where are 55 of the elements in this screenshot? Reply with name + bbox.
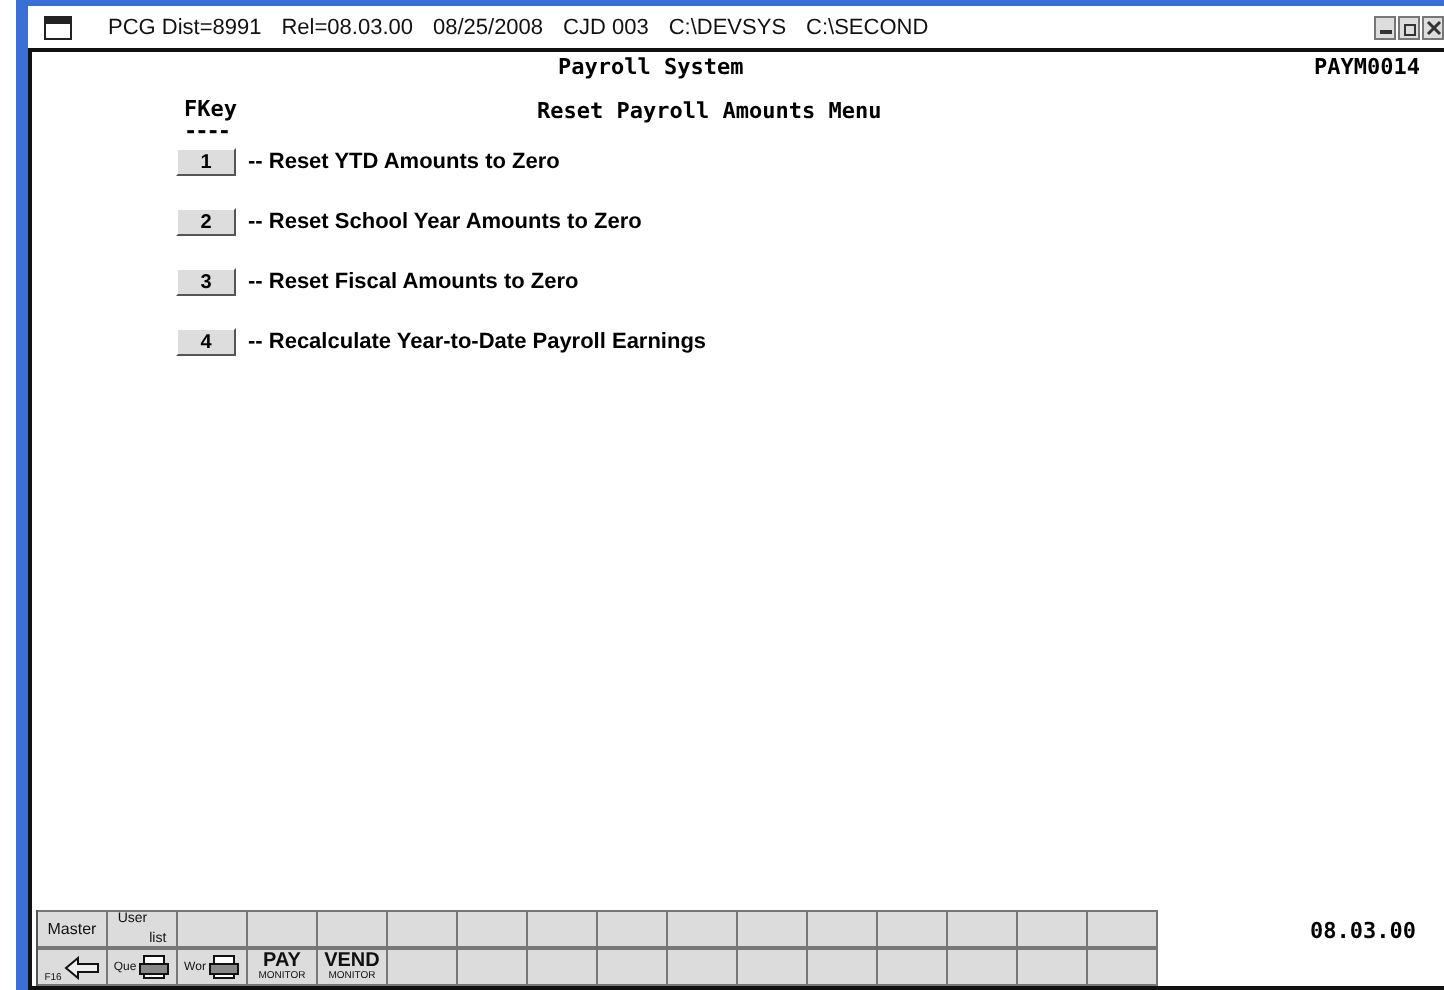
window-menu-icon[interactable] bbox=[44, 15, 72, 39]
fkey-button[interactable]: 2 bbox=[176, 208, 236, 236]
toolbar-button[interactable] bbox=[948, 910, 1018, 948]
toolbar-button[interactable] bbox=[528, 948, 598, 986]
toolbar-button[interactable] bbox=[178, 910, 248, 948]
toolbar-button[interactable] bbox=[738, 910, 808, 948]
title-text: Rel=08.03.00 bbox=[281, 15, 413, 39]
toolbar-button[interactable] bbox=[1088, 910, 1158, 948]
toolbar-button[interactable] bbox=[528, 910, 598, 948]
close-icon bbox=[1425, 19, 1441, 35]
toolbar-button[interactable] bbox=[738, 948, 808, 986]
title-text: 08/25/2008 bbox=[432, 15, 544, 39]
fkey-button[interactable]: 3 bbox=[176, 268, 236, 296]
menu-title: Reset Payroll Amounts Menu bbox=[537, 98, 882, 128]
toolbar-button[interactable] bbox=[808, 910, 878, 948]
toolbar-button[interactable] bbox=[878, 948, 948, 986]
toolbar-button[interactable] bbox=[1018, 948, 1088, 986]
title-text: C:\DEVSYS bbox=[668, 15, 787, 39]
toolbar-button[interactable] bbox=[1088, 948, 1158, 986]
title-text: C:\SECOND bbox=[806, 15, 929, 39]
toolbar-button[interactable] bbox=[668, 910, 738, 948]
toolbar-button[interactable] bbox=[458, 910, 528, 948]
toolbar-button[interactable]: Master bbox=[38, 910, 108, 948]
fkey-underline: ---- bbox=[184, 120, 229, 142]
toolbar-button[interactable] bbox=[388, 910, 458, 948]
title-text: CJD 003 bbox=[563, 15, 649, 39]
screen-id: PAYM0014 bbox=[1314, 54, 1420, 82]
minimize-button[interactable] bbox=[1374, 15, 1396, 39]
toolbar-button[interactable] bbox=[598, 910, 668, 948]
toolbar-button[interactable] bbox=[388, 948, 458, 986]
restore-icon bbox=[1401, 19, 1417, 35]
toolbar-button[interactable] bbox=[878, 910, 948, 948]
toolbar-button[interactable] bbox=[1018, 910, 1088, 948]
system-title: Payroll System bbox=[558, 54, 744, 82]
menu-option: -- Recalculate Year-to-Date Payroll Earnings bbox=[248, 330, 707, 354]
back-arrow-icon bbox=[63, 955, 100, 979]
fkey-button[interactable]: 4 bbox=[176, 328, 236, 356]
toolbar-button[interactable] bbox=[808, 948, 878, 986]
restore-button[interactable] bbox=[1398, 15, 1420, 39]
title-text: PCG Dist=8991 bbox=[108, 15, 262, 39]
toolbar-button[interactable] bbox=[948, 948, 1018, 986]
toolbar-button[interactable] bbox=[248, 910, 318, 948]
toolbar-button[interactable] bbox=[458, 948, 528, 986]
fkey-heading: FKey bbox=[184, 98, 237, 120]
printer-icon bbox=[207, 954, 240, 980]
toolbar-button[interactable] bbox=[668, 948, 738, 986]
printer-icon bbox=[138, 954, 171, 980]
menu-option: -- Reset School Year Amounts to Zero bbox=[248, 210, 642, 234]
fkey-button[interactable]: 1 bbox=[176, 148, 236, 176]
version-text: 08.03.00 bbox=[1310, 918, 1416, 944]
toolbar-button[interactable] bbox=[318, 910, 388, 948]
toolbar-button[interactable] bbox=[598, 948, 668, 986]
menu-option: -- Reset YTD Amounts to Zero bbox=[248, 150, 560, 174]
menu-option: -- Reset Fiscal Amounts to Zero bbox=[248, 270, 579, 294]
close-button[interactable] bbox=[1422, 15, 1444, 39]
